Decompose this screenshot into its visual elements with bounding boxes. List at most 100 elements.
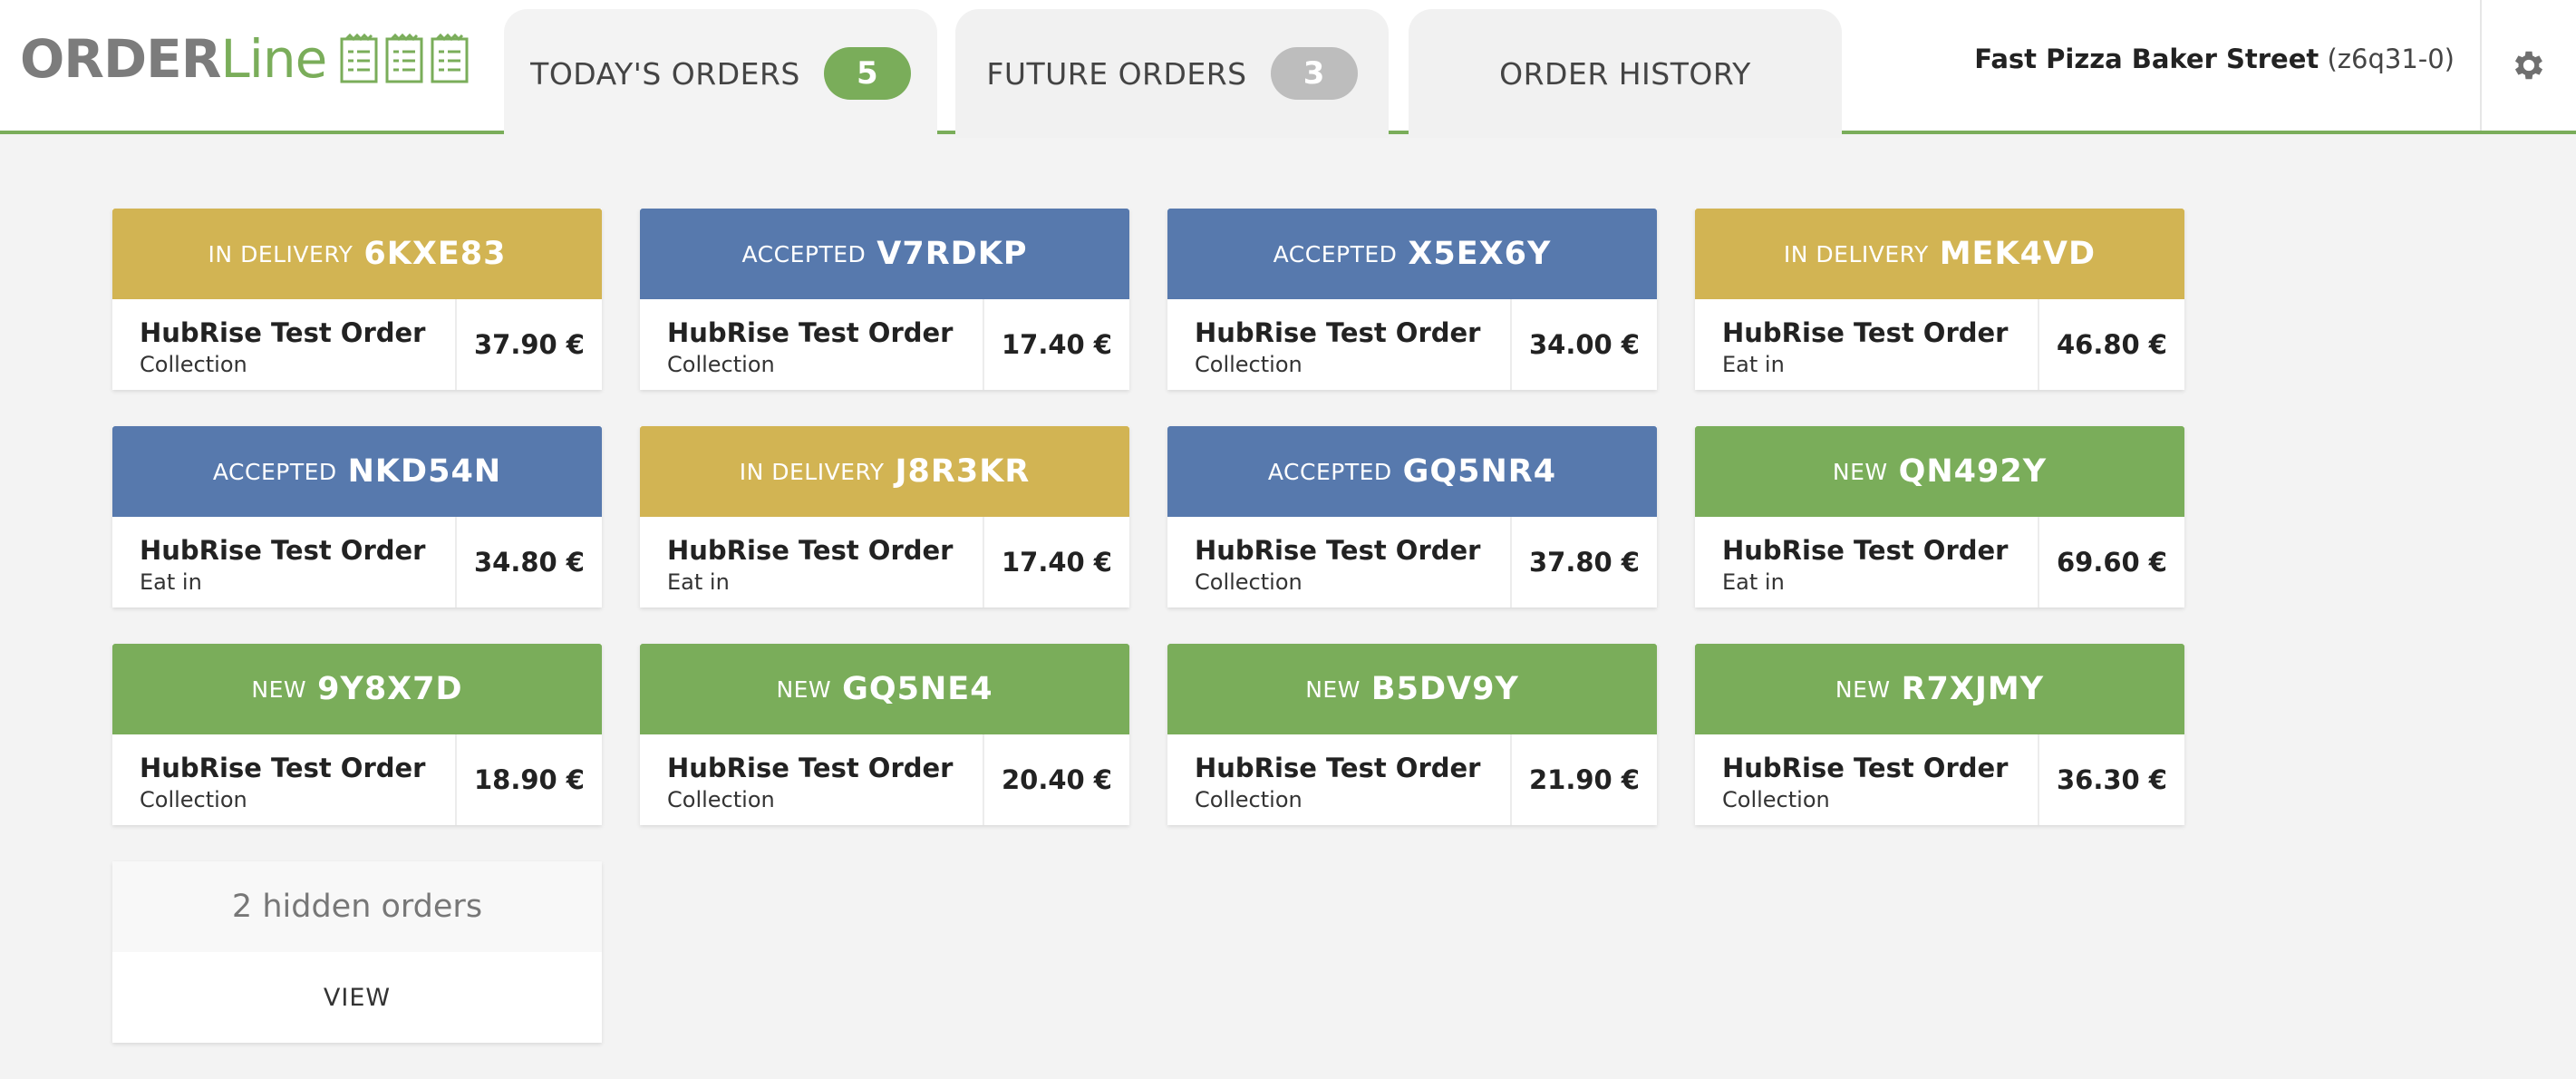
order-type: Eat in [1722,569,1785,595]
order-card-header: IN DELIVERY 6KXE83 [112,209,602,299]
view-hidden-orders-button[interactable]: VIEW [112,952,602,1043]
tab-order-history[interactable]: ORDER HISTORY [1409,9,1842,138]
order-card[interactable]: NEW GQ5NE4 HubRise Test Order Collection… [640,644,1129,825]
order-card-body: HubRise Test Order Eat in 34.80 € [112,517,602,608]
order-card[interactable]: NEW R7XJMY HubRise Test Order Collection… [1695,644,2184,825]
order-card-header: NEW GQ5NE4 [640,644,1129,734]
order-status: NEW [776,676,832,703]
order-card-body: HubRise Test Order Collection 36.30 € [1695,734,2184,825]
order-price: 17.40 € [1001,547,1112,578]
order-price: 18.90 € [473,764,585,795]
order-info: HubRise Test Order Eat in [112,517,457,608]
order-card-header: ACCEPTED GQ5NR4 [1167,426,1657,517]
order-price: 20.40 € [1001,764,1112,795]
order-title: HubRise Test Order [667,535,954,566]
order-card-body: HubRise Test Order Collection 37.80 € [1167,517,1657,608]
order-code: GQ5NE4 [842,671,993,707]
order-info: HubRise Test Order Collection [1695,734,2039,825]
orderline-logo[interactable]: ORDER Line [20,27,470,91]
order-type: Collection [667,787,775,812]
orders-grid: IN DELIVERY 6KXE83 HubRise Test Order Co… [112,209,2184,1043]
order-title: HubRise Test Order [1722,317,2009,348]
order-code: GQ5NR4 [1402,453,1557,490]
order-title: HubRise Test Order [1195,317,1481,348]
order-card[interactable]: ACCEPTED V7RDKP HubRise Test Order Colle… [640,209,1129,390]
order-info: HubRise Test Order Eat in [640,517,984,608]
order-title: HubRise Test Order [140,753,426,783]
order-type: Collection [140,787,247,812]
order-card-header: NEW 9Y8X7D [112,644,602,734]
order-info: HubRise Test Order Collection [112,734,457,825]
order-code: MEK4VD [1939,236,2097,272]
gear-icon [2514,51,2543,80]
order-title: HubRise Test Order [1722,535,2009,566]
tab-label: ORDER HISTORY [1499,55,1751,92]
order-type: Collection [667,352,775,377]
order-type: Collection [1195,352,1303,377]
order-info: HubRise Test Order Collection [1167,734,1512,825]
order-card[interactable]: ACCEPTED NKD54N HubRise Test Order Eat i… [112,426,602,608]
order-price: 37.90 € [473,329,585,360]
order-code: B5DV9Y [1370,671,1519,707]
order-status: ACCEPTED [1267,458,1392,485]
order-price: 34.80 € [473,547,585,578]
order-card[interactable]: ACCEPTED X5EX6Y HubRise Test Order Colle… [1167,209,1657,390]
order-status: IN DELIVERY [1783,240,1929,267]
logo-text-order: ORDER [20,28,221,90]
order-title: HubRise Test Order [1722,753,2009,783]
order-card[interactable]: IN DELIVERY 6KXE83 HubRise Test Order Co… [112,209,602,390]
order-card[interactable]: NEW QN492Y HubRise Test Order Eat in 69.… [1695,426,2184,608]
order-title: HubRise Test Order [667,317,954,348]
order-card-header: IN DELIVERY MEK4VD [1695,209,2184,299]
store-identifier: Fast Pizza Baker Street (z6q31-0) [1974,44,2455,74]
order-code: R7XJMY [1901,671,2045,707]
order-price: 37.80 € [1528,547,1640,578]
hidden-orders-count: 2 hidden orders [112,861,602,952]
order-card[interactable]: NEW B5DV9Y HubRise Test Order Collection… [1167,644,1657,825]
order-card-body: HubRise Test Order Eat in 17.40 € [640,517,1129,608]
settings-button[interactable] [2480,0,2576,131]
order-card[interactable]: IN DELIVERY MEK4VD HubRise Test Order Ea… [1695,209,2184,390]
order-card[interactable]: IN DELIVERY J8R3KR HubRise Test Order Ea… [640,426,1129,608]
tab-future-orders[interactable]: FUTURE ORDERS 3 [955,9,1389,138]
order-info: HubRise Test Order Collection [640,299,984,390]
hidden-orders-card: 2 hidden orders VIEW [112,861,602,1043]
order-type: Eat in [667,569,730,595]
order-status: NEW [1305,676,1361,703]
app-header: ORDER Line TODAY'S ORDERS 5 FUTURE ORDER… [0,0,2576,138]
order-card-body: HubRise Test Order Eat in 69.60 € [1695,517,2184,608]
tab-todays-orders[interactable]: TODAY'S ORDERS 5 [504,9,937,138]
order-info: HubRise Test Order Collection [112,299,457,390]
order-info: HubRise Test Order Collection [640,734,984,825]
order-code: QN492Y [1898,453,2048,490]
order-type: Eat in [1722,352,1785,377]
order-price: 34.00 € [1528,329,1640,360]
order-card-body: HubRise Test Order Collection 34.00 € [1167,299,1657,390]
order-info: HubRise Test Order Collection [1167,517,1512,608]
order-info: HubRise Test Order Collection [1167,299,1512,390]
order-info: HubRise Test Order Eat in [1695,517,2039,608]
order-price: 69.60 € [2056,547,2167,578]
order-card-body: HubRise Test Order Collection 17.40 € [640,299,1129,390]
order-card[interactable]: NEW 9Y8X7D HubRise Test Order Collection… [112,644,602,825]
order-info: HubRise Test Order Eat in [1695,299,2039,390]
order-title: HubRise Test Order [667,753,954,783]
order-title: HubRise Test Order [1195,753,1481,783]
order-status: NEW [1835,676,1891,703]
order-type: Collection [1195,787,1303,812]
order-code: NKD54N [347,453,502,490]
order-title: HubRise Test Order [140,535,426,566]
order-card-body: HubRise Test Order Eat in 46.80 € [1695,299,2184,390]
order-code: X5EX6Y [1408,236,1552,272]
tab-count-badge: 3 [1270,47,1358,100]
order-card[interactable]: ACCEPTED GQ5NR4 HubRise Test Order Colle… [1167,426,1657,608]
tab-count-badge: 5 [823,47,911,100]
order-code: J8R3KR [895,453,1031,490]
order-price: 17.40 € [1001,329,1112,360]
order-card-header: ACCEPTED NKD54N [112,426,602,517]
order-code: 6KXE83 [363,236,507,272]
tab-label: TODAY'S ORDERS [530,55,800,92]
order-status: IN DELIVERY [208,240,353,267]
order-type: Collection [1195,569,1303,595]
order-type: Eat in [140,569,202,595]
